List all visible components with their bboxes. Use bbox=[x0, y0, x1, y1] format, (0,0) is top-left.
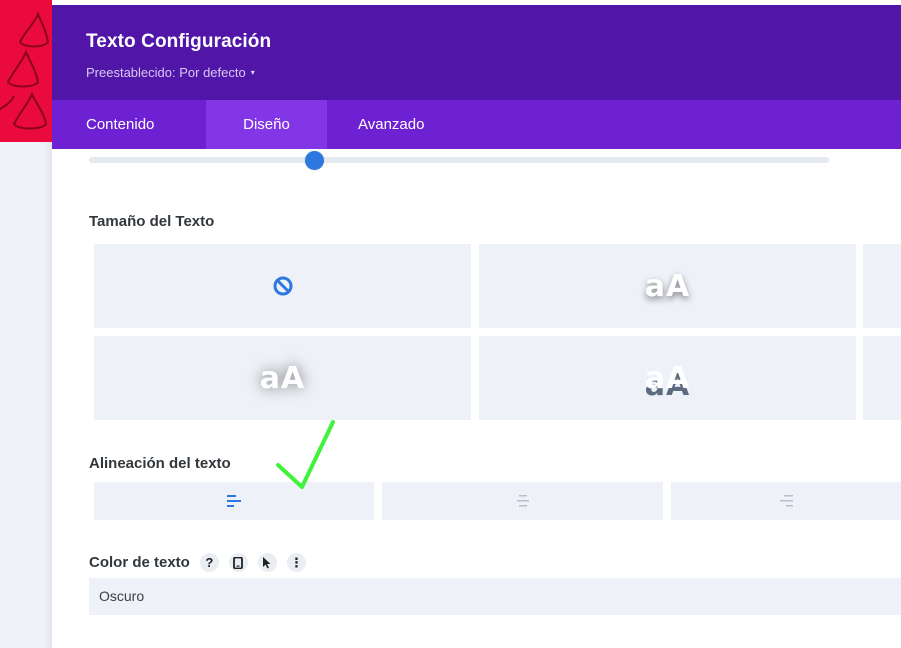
text-shadow-option-none[interactable] bbox=[94, 244, 471, 328]
background-red-block bbox=[0, 0, 52, 142]
tab-contenido[interactable]: Contenido bbox=[86, 100, 154, 149]
help-icon[interactable]: ? bbox=[199, 553, 219, 572]
phone-icon bbox=[233, 556, 244, 569]
text-shadow-option-2[interactable]: aA bbox=[94, 336, 471, 420]
no-shadow-icon bbox=[273, 276, 292, 296]
align-right-icon bbox=[780, 495, 793, 507]
slider-handle[interactable] bbox=[305, 151, 324, 170]
preset-label: Preestablecido: Por defecto bbox=[86, 65, 246, 80]
cursor-icon bbox=[263, 556, 271, 568]
text-shadow-option-3[interactable]: aA bbox=[479, 336, 856, 420]
text-shadow-option-partial[interactable] bbox=[863, 244, 901, 328]
more-options-icon[interactable]: ⋮ bbox=[286, 553, 306, 572]
panel-shadow bbox=[44, 142, 52, 648]
text-color-label: Color de texto bbox=[89, 554, 190, 571]
text-color-header: Color de texto ? ⋮ bbox=[89, 553, 316, 572]
mobile-icon[interactable] bbox=[228, 553, 248, 572]
text-shadow-option-partial[interactable] bbox=[863, 336, 901, 420]
tab-diseno[interactable]: Diseño bbox=[206, 100, 327, 149]
text-color-select[interactable]: Oscuro bbox=[89, 578, 901, 615]
text-shadow-preview: aA bbox=[644, 268, 691, 304]
settings-modal: Texto Configuración Preestablecido: Por … bbox=[52, 5, 901, 648]
text-shadow-preview: aA bbox=[259, 360, 306, 396]
align-center-button[interactable] bbox=[382, 482, 663, 520]
preset-dropdown[interactable]: Preestablecido: Por defecto ▾ bbox=[86, 65, 255, 80]
chevron-down-icon: ▾ bbox=[250, 68, 255, 77]
modal-title: Texto Configuración bbox=[86, 31, 272, 52]
decorative-pattern-icon bbox=[0, 11, 50, 130]
align-right-button[interactable] bbox=[671, 482, 901, 520]
align-left-icon bbox=[227, 495, 241, 507]
tab-bar: Contenido Diseño Avanzado bbox=[52, 100, 901, 149]
text-shadow-option-1[interactable]: aA bbox=[479, 244, 856, 328]
text-shadow-preview: aA bbox=[644, 360, 691, 396]
text-size-label: Tamaño del Texto bbox=[89, 213, 215, 230]
align-center-icon bbox=[516, 495, 529, 507]
text-alignment-label: Alineación del texto bbox=[89, 455, 231, 472]
checkmark-annotation-icon bbox=[276, 420, 335, 489]
hover-cursor-icon[interactable] bbox=[257, 553, 277, 572]
modal-header: Texto Configuración Preestablecido: Por … bbox=[52, 5, 901, 100]
tab-avanzado[interactable]: Avanzado bbox=[358, 100, 424, 149]
slider-track[interactable] bbox=[89, 157, 829, 163]
